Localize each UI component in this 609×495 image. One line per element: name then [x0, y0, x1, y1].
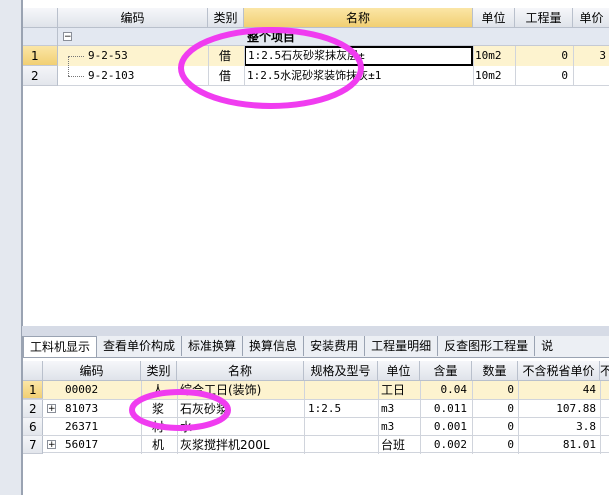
table-row[interactable]: 6 26371 材 水 m3 0.001 0 3.8 [23, 417, 609, 436]
row-unit: 10m2 [475, 49, 502, 62]
bottom-header-price[interactable]: 不含税省单价 [518, 361, 600, 381]
col-sep [600, 381, 601, 454]
table-row[interactable]: 2 + 81073 浆 石灰砂浆 1:2.5 m3 0.011 0 107.88 [23, 399, 609, 418]
top-header-rownum [23, 8, 58, 28]
col-sep [518, 381, 519, 454]
top-grid-panel: 编码 类别 名称 单位 工程量 单价 − 整个项目 1 9-2-53 借 1:2… [22, 0, 609, 326]
tree-line [68, 76, 84, 77]
table-row[interactable]: 1 00002 人 综合工日(装饰) 工日 0.04 0 44 [23, 381, 609, 399]
row-type: 机 [152, 438, 165, 452]
row-name: 灰浆搅拌机200L [180, 438, 270, 452]
bottom-header-spec[interactable]: 规格及型号 [304, 361, 378, 381]
row-content: 0.04 [440, 383, 468, 396]
col-sep [420, 381, 421, 454]
row-content: 0.001 [433, 420, 467, 433]
row-qty: 0 [507, 420, 514, 433]
row-number: 6 [23, 418, 43, 436]
top-header-price[interactable]: 单价 [573, 8, 609, 28]
row-content: 0.002 [433, 438, 467, 451]
row-code: 9-2-53 [88, 49, 128, 62]
splitter[interactable] [0, 326, 609, 334]
bottom-header-qty[interactable]: 数量 [472, 361, 518, 381]
col-sep [573, 46, 574, 86]
tree-line-vertical [68, 56, 69, 76]
collapse-toggle-icon[interactable]: − [63, 32, 72, 42]
top-header-qty[interactable]: 工程量 [515, 8, 573, 28]
bottom-header-content[interactable]: 含量 [420, 361, 472, 381]
row-price: 44 [582, 383, 596, 396]
row-spec: 1:2.5 [308, 402, 342, 415]
row-number: 1 [23, 381, 43, 399]
row-qty: 0 [561, 49, 568, 62]
tree-line [68, 56, 84, 57]
tab-conversion-info[interactable]: 换算信息 [243, 336, 305, 356]
top-header-unit[interactable]: 单位 [473, 8, 515, 28]
col-sep [473, 46, 474, 86]
annotation-ellipse [178, 27, 364, 109]
row-code: 56017 [65, 438, 99, 451]
row-code: 00002 [65, 383, 99, 396]
bottom-header-code[interactable]: 编码 [43, 361, 141, 381]
row-number: 1 [23, 46, 58, 66]
col-sep [304, 381, 305, 454]
row-code: 26371 [65, 420, 99, 433]
bottom-header-price2[interactable]: 不含税 [600, 361, 609, 381]
row-qty: 0 [561, 69, 568, 82]
bottom-header-type[interactable]: 类别 [141, 361, 177, 381]
bottom-header-unit[interactable]: 单位 [378, 361, 420, 381]
table-row[interactable]: 7 + 56017 机 灰浆搅拌机200L 台班 0.002 0 81.01 [23, 435, 609, 454]
tab-standard-conversion[interactable]: 标准换算 [182, 336, 244, 356]
row-price: 107.88 [556, 402, 596, 415]
row-code: 9-2-103 [88, 69, 135, 82]
row-unit: 台班 [381, 438, 406, 452]
bottom-header-rownum [23, 361, 43, 381]
row-unit: m3 [381, 420, 395, 433]
group-rownum [23, 28, 58, 46]
row-unit: m3 [381, 402, 395, 415]
row-unit: 10m2 [475, 69, 502, 82]
row-price: 3 [599, 49, 606, 62]
bottom-header-name[interactable]: 名称 [177, 361, 304, 381]
row-number: 2 [23, 400, 43, 418]
row-unit: 工日 [381, 383, 406, 397]
col-sep [472, 381, 473, 454]
left-edge [0, 0, 22, 495]
bottom-grid-panel: 编码 类别 名称 规格及型号 单位 含量 数量 不含税省单价 不含税 1 000… [22, 358, 609, 495]
row-price: 81.01 [562, 438, 596, 451]
tab-reverse-lookup[interactable]: 反查图形工程量 [438, 336, 536, 356]
row-content: 0.011 [433, 402, 467, 415]
tab-material-display[interactable]: 工料机显示 [23, 336, 98, 357]
row-qty: 0 [507, 438, 514, 451]
annotation-ellipse [129, 389, 231, 431]
expand-plus-icon[interactable]: + [47, 404, 56, 414]
tab-quantity-details[interactable]: 工程量明细 [365, 336, 439, 356]
col-sep [378, 381, 379, 454]
row-code: 81073 [65, 402, 99, 415]
row-price: 3.8 [576, 420, 596, 433]
tab-unit-price[interactable]: 查看单价构成 [97, 336, 183, 356]
tab-install-fees[interactable]: 安装费用 [304, 336, 366, 356]
col-sep [515, 46, 516, 86]
row-qty: 0 [507, 383, 514, 396]
tab-more[interactable]: 说 [535, 336, 559, 356]
expand-plus-icon[interactable]: + [47, 440, 56, 450]
tab-bar: 工料机显示 查看单价构成 标准换算 换算信息 安装费用 工程量明细 反查图形工程… [22, 336, 609, 358]
row-number: 2 [23, 66, 58, 86]
row-qty: 0 [507, 402, 514, 415]
row-number: 7 [23, 436, 43, 454]
